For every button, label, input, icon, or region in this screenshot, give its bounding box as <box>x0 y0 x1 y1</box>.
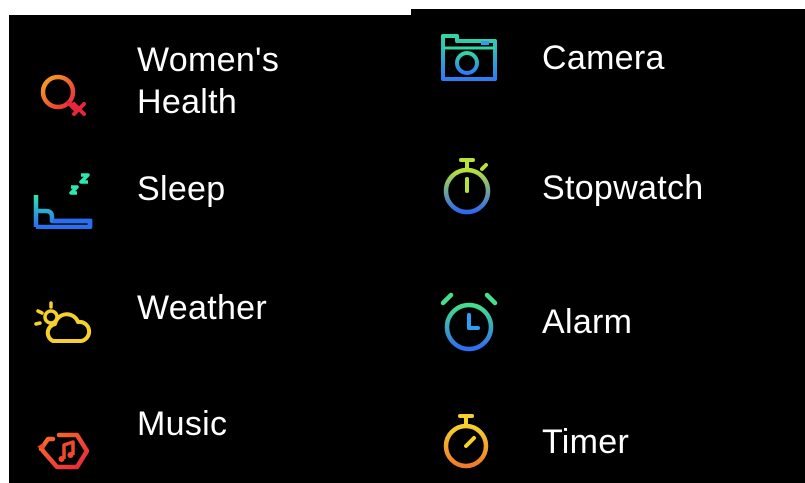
app-label-weather: Weather <box>137 289 267 327</box>
app-item-alarm[interactable]: Alarm <box>411 291 805 361</box>
app-item-weather[interactable]: Weather <box>9 285 411 365</box>
app-list-right: Camera Stopwatch Alarm Timer <box>411 9 805 483</box>
app-item-timer[interactable]: Timer <box>411 411 805 481</box>
app-item-stopwatch[interactable]: Stopwatch <box>411 157 805 227</box>
app-label-stopwatch: Stopwatch <box>542 169 704 207</box>
app-label-music: Music <box>137 405 228 443</box>
app-label-sleep: Sleep <box>137 170 226 208</box>
stopwatch-icon <box>437 157 501 221</box>
timer-icon <box>437 411 501 475</box>
app-list-left: Women's Health Sleep Weather Music <box>9 15 411 483</box>
camera-icon <box>437 26 501 90</box>
alarm-icon <box>437 291 501 355</box>
app-item-womens-health[interactable]: Women's Health <box>9 37 411 147</box>
app-label-womens-health: Women's Health <box>137 41 280 121</box>
app-item-sleep[interactable]: Sleep <box>9 165 411 245</box>
music-icon <box>31 407 95 471</box>
app-label-timer: Timer <box>542 423 630 461</box>
sleep-icon <box>31 165 95 229</box>
app-label-alarm: Alarm <box>542 303 633 341</box>
womens-health-icon <box>31 65 95 129</box>
app-label-camera: Camera <box>542 39 665 77</box>
app-item-music[interactable]: Music <box>9 403 411 483</box>
app-item-camera[interactable]: Camera <box>411 27 805 97</box>
weather-icon <box>31 289 95 353</box>
